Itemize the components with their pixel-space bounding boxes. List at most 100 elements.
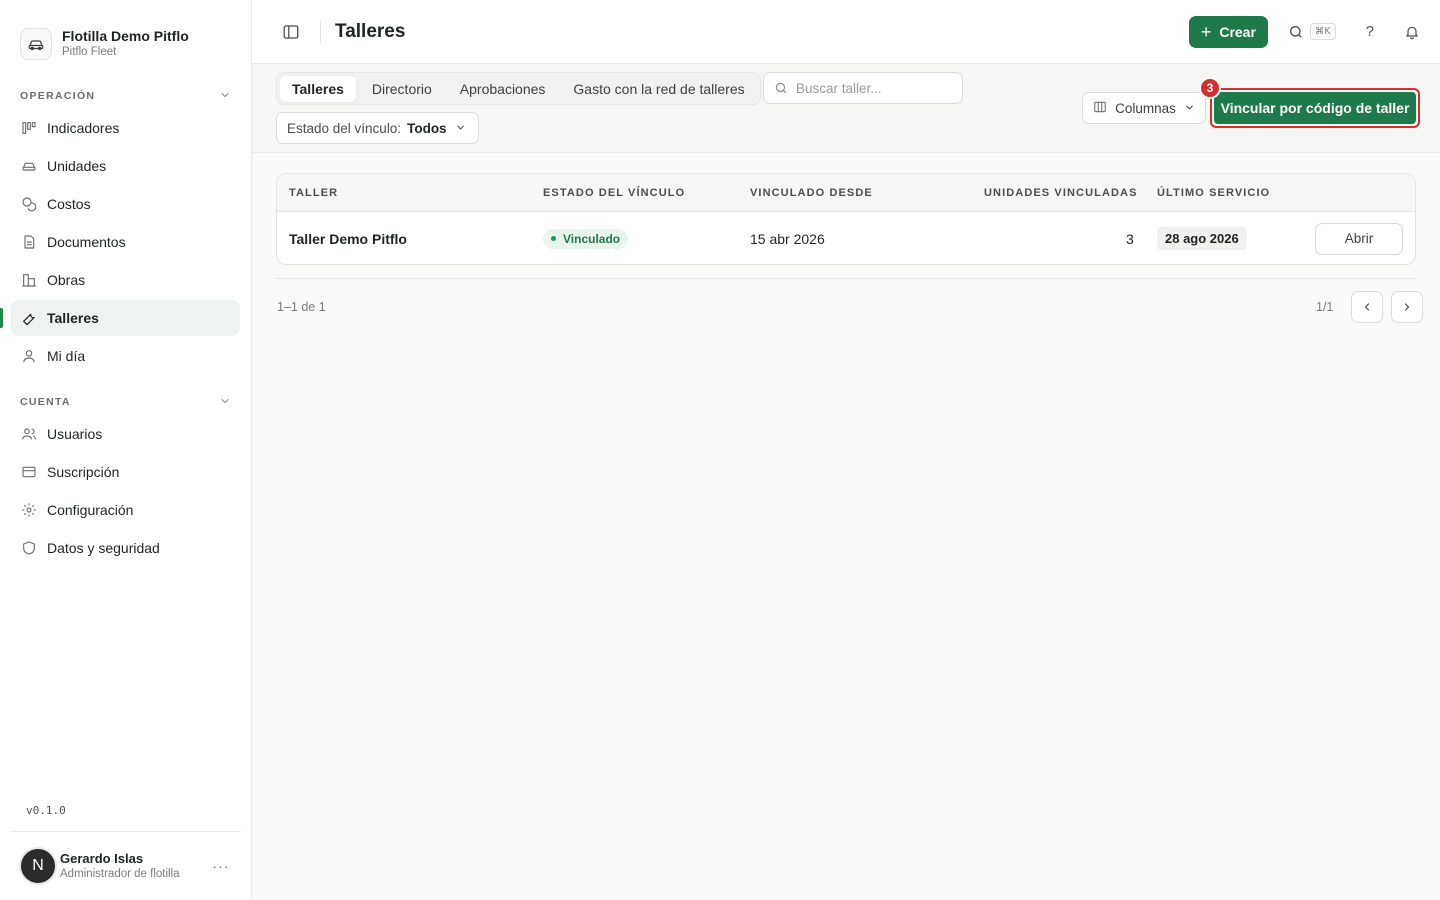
car-icon bbox=[20, 157, 38, 175]
sidebar-item-mi-dia[interactable]: Mi día bbox=[11, 338, 240, 374]
last-service-date: 28 ago 2026 bbox=[1157, 227, 1247, 250]
chevron-down-icon bbox=[455, 121, 466, 136]
open-button[interactable]: Abrir bbox=[1315, 222, 1403, 255]
chevron-right-icon bbox=[1405, 303, 1410, 311]
gear-icon bbox=[20, 501, 38, 519]
main-content: Talleres + Crear ⌘K ? Talleres Directori… bbox=[252, 0, 1440, 900]
sidebar-item-unidades[interactable]: Unidades bbox=[11, 148, 240, 184]
user-role: Administrador de flotilla bbox=[60, 867, 180, 880]
status-dot-icon bbox=[551, 236, 556, 241]
app-root: Flotilla Demo Pitflo Pitflo Fleet OPERAC… bbox=[0, 0, 1440, 900]
status-badge: Vinculado bbox=[543, 228, 629, 249]
section-title: CUENTA bbox=[20, 396, 71, 408]
page-title: Talleres bbox=[335, 20, 406, 42]
sidebar-item-label: Usuarios bbox=[47, 426, 103, 442]
cell-ultimo: 28 ago 2026 bbox=[1157, 212, 1247, 264]
sidebar-item-documentos[interactable]: Documentos bbox=[11, 224, 240, 260]
talleres-table: TALLER ESTADO DEL VÍNCULO VINCULADO DESD… bbox=[276, 173, 1416, 265]
more-options-icon[interactable]: ··· bbox=[209, 858, 233, 874]
cell-desde: 15 abr 2026 bbox=[750, 230, 825, 247]
tab-directorio[interactable]: Directorio bbox=[360, 76, 444, 102]
columns-icon bbox=[1093, 100, 1107, 117]
columns-button[interactable]: Columnas bbox=[1082, 92, 1206, 124]
status-filter-select[interactable]: Estado del vínculo: Todos bbox=[276, 112, 479, 144]
user-text: Gerardo Islas Administrador de flotilla bbox=[60, 851, 209, 882]
brand-header[interactable]: Flotilla Demo Pitflo Pitflo Fleet bbox=[0, 0, 251, 70]
topbar-actions: + Crear ⌘K ? bbox=[1188, 15, 1420, 48]
building-icon bbox=[20, 271, 38, 289]
tab-group: Talleres Directorio Aprobaciones Gasto c… bbox=[276, 72, 761, 105]
sidebar-item-label: Costos bbox=[47, 196, 91, 212]
column-header-desde[interactable]: VINCULADO DESDE bbox=[750, 174, 873, 212]
document-icon bbox=[20, 233, 38, 251]
user-profile[interactable]: N Gerardo Islas Administrador de flotill… bbox=[10, 831, 241, 900]
help-icon[interactable]: ? bbox=[1366, 23, 1374, 40]
pagination-controls: 1/1 bbox=[1316, 291, 1424, 323]
divider bbox=[276, 278, 1416, 279]
filter-label: Estado del vínculo: bbox=[287, 120, 402, 136]
prev-page-button[interactable] bbox=[1351, 291, 1384, 323]
sidebar-item-label: Documentos bbox=[47, 234, 126, 250]
column-header-taller[interactable]: TALLER bbox=[289, 174, 338, 212]
sidebar-item-usuarios[interactable]: Usuarios bbox=[11, 416, 240, 452]
sidebar-item-obras[interactable]: Obras bbox=[11, 262, 240, 298]
sidebar-toggle-icon[interactable] bbox=[280, 21, 302, 43]
cell-unidades: 3 bbox=[1126, 230, 1134, 247]
user-name: Gerardo Islas bbox=[60, 850, 144, 866]
sidebar-item-talleres[interactable]: Talleres bbox=[0, 300, 240, 336]
columns-button-label: Columnas bbox=[1115, 100, 1176, 116]
car-logo-icon bbox=[20, 28, 52, 60]
search-icon[interactable] bbox=[1288, 24, 1304, 40]
section-cuenta-header[interactable]: CUENTA bbox=[0, 392, 251, 412]
column-header-estado[interactable]: ESTADO DEL VÍNCULO bbox=[543, 174, 685, 212]
sidebar-item-indicadores[interactable]: Indicadores bbox=[11, 110, 240, 146]
cell-estado: Vinculado bbox=[543, 212, 629, 264]
user-icon bbox=[20, 347, 38, 365]
chevron-down-icon bbox=[1184, 101, 1195, 116]
wrench-icon bbox=[20, 309, 38, 327]
sidebar-item-suscripcion[interactable]: Suscripción bbox=[11, 454, 240, 490]
chart-bars-icon bbox=[20, 119, 38, 137]
link-by-code-button[interactable]: Vincular por código de taller bbox=[1214, 92, 1416, 124]
sidebar-item-costos[interactable]: Costos bbox=[11, 186, 240, 222]
top-bar: Talleres + Crear ⌘K ? bbox=[252, 0, 1440, 64]
filter-value: Todos bbox=[407, 120, 447, 136]
tab-gasto-red[interactable]: Gasto con la red de talleres bbox=[561, 76, 756, 102]
chevron-down-icon bbox=[219, 88, 231, 104]
brand-name: Flotilla Demo Pitflo bbox=[62, 28, 189, 44]
section-title: OPERACIÓN bbox=[20, 90, 96, 102]
sidebar-item-configuracion[interactable]: Configuración bbox=[11, 492, 240, 528]
bell-icon[interactable] bbox=[1404, 24, 1420, 40]
brand-text: Flotilla Demo Pitflo Pitflo Fleet bbox=[62, 28, 189, 60]
page-indicator: 1/1 bbox=[1316, 300, 1334, 314]
column-header-unidades[interactable]: UNIDADES VINCULADAS bbox=[984, 174, 1138, 212]
create-button[interactable]: + Crear bbox=[1188, 15, 1268, 48]
shield-icon bbox=[20, 539, 38, 557]
section-operacion-header[interactable]: OPERACIÓN bbox=[0, 86, 251, 106]
create-button-label: Crear bbox=[1219, 23, 1256, 40]
next-page-button[interactable] bbox=[1391, 291, 1424, 323]
tab-aprobaciones[interactable]: Aprobaciones bbox=[448, 76, 558, 102]
sidebar-item-label: Configuración bbox=[47, 502, 134, 518]
search-field bbox=[763, 72, 963, 104]
chevron-left-icon bbox=[1365, 303, 1370, 311]
sidebar-item-datos-seguridad[interactable]: Datos y seguridad bbox=[11, 530, 240, 566]
plus-icon: + bbox=[1200, 21, 1212, 42]
sidebar: Flotilla Demo Pitflo Pitflo Fleet OPERAC… bbox=[0, 0, 252, 900]
active-indicator bbox=[0, 308, 3, 328]
step-badge: 3 bbox=[1199, 77, 1221, 99]
coins-icon bbox=[20, 195, 38, 213]
column-header-ultimo[interactable]: ÚLTIMO SERVICIO bbox=[1157, 174, 1270, 212]
chevron-down-icon bbox=[219, 394, 231, 410]
cell-action: Abrir bbox=[1315, 212, 1403, 264]
app-version: v0.1.0 bbox=[26, 804, 66, 817]
credit-card-icon bbox=[20, 463, 38, 481]
sidebar-item-label: Obras bbox=[47, 272, 86, 288]
topbar-divider bbox=[320, 20, 321, 43]
table-row[interactable]: Taller Demo Pitflo Vinculado 15 abr 2026… bbox=[277, 212, 1415, 264]
tab-talleres[interactable]: Talleres bbox=[280, 75, 356, 102]
table-header: TALLER ESTADO DEL VÍNCULO VINCULADO DESD… bbox=[277, 174, 1415, 212]
search-input[interactable] bbox=[796, 80, 956, 96]
toolbar: Talleres Directorio Aprobaciones Gasto c… bbox=[252, 64, 1440, 153]
avatar: N bbox=[19, 847, 57, 885]
